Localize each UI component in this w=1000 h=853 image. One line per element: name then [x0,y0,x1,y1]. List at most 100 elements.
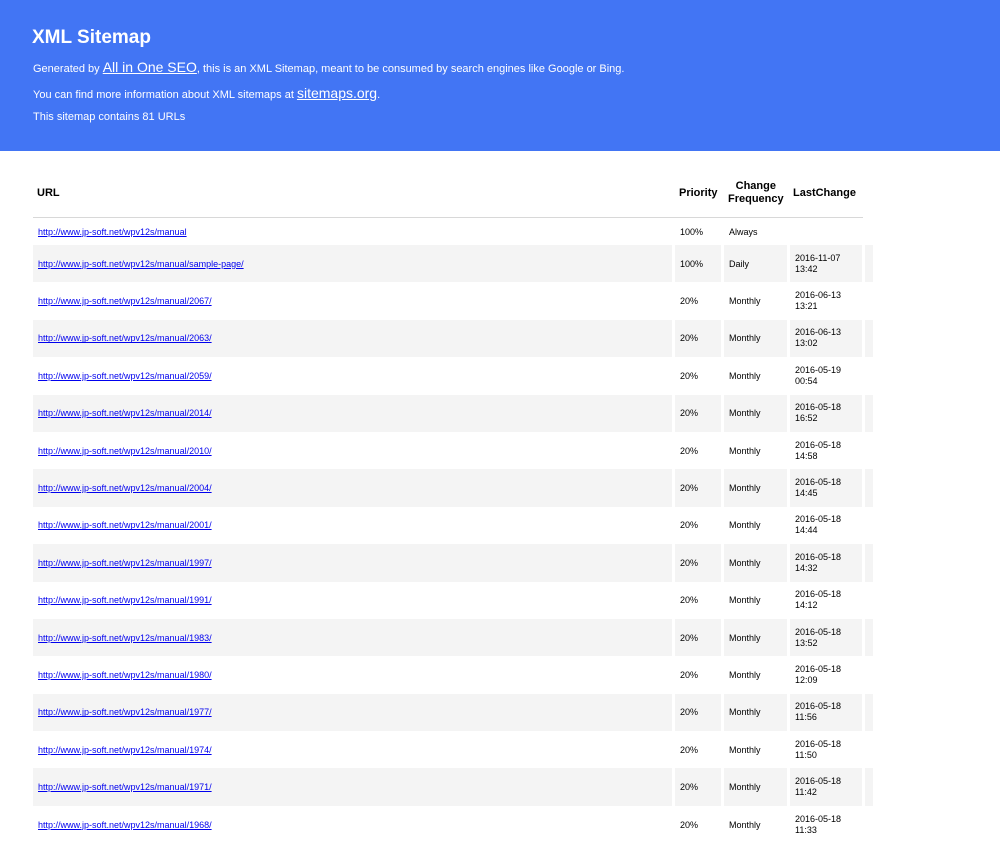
lastchange-time: 11:33 [795,824,817,835]
lastchange-date: 2016-05-18 [795,626,842,637]
table-row: http://www.jp-soft.net/wpv12s/manual/199… [33,544,873,582]
url-link[interactable]: http://www.jp-soft.net/wpv12s/manual/197… [38,707,212,717]
priority-cell: 20% [675,693,721,732]
lastchange-time: 14:44 [795,525,818,536]
intro-before: Generated by [33,63,103,75]
priority-cell: 20% [675,319,721,358]
table-header: URL Priority Change Frequency LastChange [33,167,863,218]
lastchange-date: 2016-11-07 [795,252,841,263]
sitemap-table: URL Priority Change Frequency LastChange … [33,167,873,843]
url-cell: http://www.jp-soft.net/wpv12s/manual/197… [33,693,672,732]
aioseo-link[interactable]: All in One SEO [103,59,197,75]
priority-cell: 20% [675,618,721,657]
url-cell: http://www.jp-soft.net/wpv12s/manual/200… [33,469,672,507]
change-frequency-cell: Monthly [729,520,761,531]
change-frequency-cell: Monthly [724,544,787,582]
lastchange-time: 14:45 [795,488,818,499]
row-edge [865,319,873,358]
url-link[interactable]: http://www.jp-soft.net/wpv12s/manual/198… [38,670,212,680]
url-cell: http://www.jp-soft.net/wpv12s/manual/201… [33,432,672,469]
url-link[interactable]: http://www.jp-soft.net/wpv12s/manual/196… [38,820,212,830]
column-header-lastchange[interactable]: LastChange [793,187,856,200]
lastchange-time: 13:21 [795,301,818,312]
url-cell: http://www.jp-soft.net/wpv12s/manual/198… [33,618,672,657]
lastchange-cell: 2016-05-18 11:56 [790,693,862,732]
change-frequency-cell: Daily [724,245,787,283]
change-frequency-cell: Monthly [724,693,787,732]
priority-cell: 20% [675,544,721,582]
lastchange-cell: 2016-05-18 14:12 [790,582,862,619]
lastchange-time: 12:09 [795,674,818,685]
url-cell: http://www.jp-soft.net/wpv12s/manual/200… [33,507,672,544]
change-frequency-cell: Monthly [724,469,787,507]
url-link[interactable]: http://www.jp-soft.net/wpv12s/manual/197… [38,782,212,792]
url-link[interactable]: http://www.jp-soft.net/wpv12s/manual [38,227,187,237]
info-after: . [377,89,381,101]
row-edge [865,806,873,843]
url-cell: http://www.jp-soft.net/wpv12s/manual/206… [33,282,672,319]
url-link[interactable]: http://www.jp-soft.net/wpv12s/manual/200… [38,520,212,530]
url-link[interactable]: http://www.jp-soft.net/wpv12s/manual/201… [38,408,212,418]
priority-cell: 20% [680,370,699,381]
lastchange-time: 14:32 [795,562,818,573]
lastchange-time: 14:12 [795,600,818,611]
row-edge [865,432,873,469]
row-edge [865,731,873,768]
priority-cell: 20% [675,394,721,432]
column-header-change-frequency[interactable]: Change Frequency [728,180,784,206]
url-cell: http://www.jp-soft.net/wpv12s/manual/206… [33,319,672,358]
priority-cell: 20% [680,296,699,307]
url-cell: http://www.jp-soft.net/wpv12s/manual/205… [33,357,672,394]
column-header-url[interactable]: URL [37,187,60,200]
row-edge [865,357,873,394]
lastchange-cell: 2016-05-18 13:52 [790,618,862,657]
sitemaps-org-link[interactable]: sitemaps.org [297,85,377,101]
row-edge [865,245,873,283]
table-row: http://www.jp-soft.net/wpv12s/manual/201… [33,432,873,469]
lastchange-cell: 2016-11-07 13:42 [790,245,862,283]
row-edge [865,507,873,544]
row-edge [865,469,873,507]
url-link[interactable]: http://www.jp-soft.net/wpv12s/manual/199… [38,595,212,605]
table-row: http://www.jp-soft.net/wpv12s/manual/199… [33,582,873,619]
lastchange-date: 2016-05-18 [795,813,842,824]
lastchange-cell: 2016-05-19 00:54 [790,357,862,394]
url-link[interactable]: http://www.jp-soft.net/wpv12s/manual/200… [38,483,212,493]
change-frequency-cell: Monthly [724,319,787,358]
change-frequency-cell: Monthly [724,394,787,432]
lastchange-date: 2016-05-18 [795,738,842,749]
table-row: http://www.jp-soft.net/wpv12s/manual/200… [33,469,873,507]
lastchange-time: 11:56 [795,712,817,723]
url-link[interactable]: http://www.jp-soft.net/wpv12s/manual/206… [38,296,212,306]
lastchange-time: 13:52 [795,637,818,648]
priority-cell: 20% [675,768,721,806]
lastchange-date: 2016-05-18 [795,402,842,413]
page-title: XML Sitemap [32,27,151,48]
lastchange-cell [790,218,862,245]
row-edge [865,282,873,319]
url-link[interactable]: http://www.jp-soft.net/wpv12s/manual/201… [38,446,212,456]
lastchange-cell: 2016-05-18 11:50 [790,731,862,768]
change-frequency-cell: Monthly [729,595,761,606]
lastchange-cell: 2016-05-18 14:32 [790,544,862,582]
lastchange-time: 11:42 [795,787,817,798]
lastchange-time: 11:50 [795,749,817,760]
url-cell: http://www.jp-soft.net/wpv12s/manual/201… [33,394,672,432]
table-row: http://www.jp-soft.net/wpv12s/manual/201… [33,394,873,432]
url-link[interactable]: http://www.jp-soft.net/wpv12s/manual/197… [38,745,212,755]
table-row: http://www.jp-soft.net/wpv12s/manual/197… [33,693,873,732]
url-link[interactable]: http://www.jp-soft.net/wpv12s/manual/205… [38,371,212,381]
priority-cell: 20% [680,520,699,531]
table-row: http://www.jp-soft.net/wpv12s/manual/205… [33,357,873,394]
row-edge [865,394,873,432]
url-link[interactable]: http://www.jp-soft.net/wpv12s/manual/sam… [38,259,244,269]
url-link[interactable]: http://www.jp-soft.net/wpv12s/manual/198… [38,633,212,643]
lastchange-date: 2016-05-18 [795,439,842,450]
column-header-priority[interactable]: Priority [679,187,718,200]
lastchange-date: 2016-05-18 [795,589,842,600]
url-link[interactable]: http://www.jp-soft.net/wpv12s/manual/199… [38,558,212,568]
table-row: http://www.jp-soft.net/wpv12s/manual 100%… [33,218,873,245]
info-before: You can find more information about XML … [33,89,297,101]
intro-text: Generated by All in One SEO, this is an … [33,59,624,75]
url-link[interactable]: http://www.jp-soft.net/wpv12s/manual/206… [38,333,212,343]
